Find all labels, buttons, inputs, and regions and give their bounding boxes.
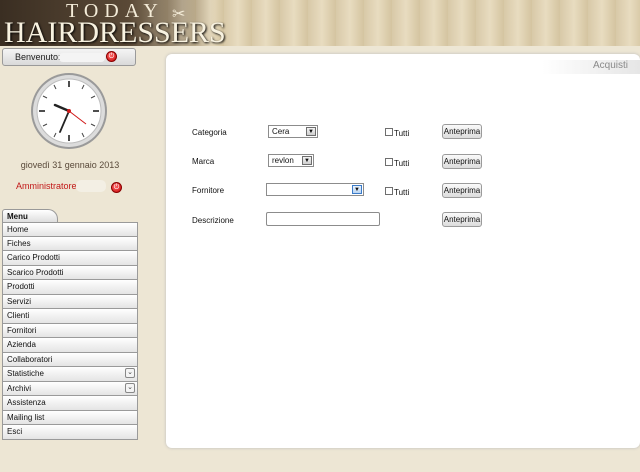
fornitore-select[interactable]: ▼ [266,183,364,196]
menu-item-label: Assistenza [7,398,46,407]
tutti-label: Tutti [394,129,410,138]
categoria-tutti-checkbox[interactable] [385,128,393,136]
sidebar-menu: Home Fiches Carico Prodotti Scarico Prod… [2,222,138,440]
marca-select[interactable]: revlon ▼ [268,154,314,167]
categoria-value: Cera [272,127,290,136]
marca-tutti-checkbox[interactable] [385,158,393,166]
menu-item-label: Prodotti [7,282,35,291]
menu-item-scarico-prodotti[interactable]: Scarico Prodotti [2,265,138,280]
dropdown-arrow-icon: ▼ [306,127,316,136]
menu-tab: Menu [2,209,58,222]
fornitore-label: Fornitore [192,186,225,195]
menu-item-home[interactable]: Home [2,222,138,237]
categoria-anteprima-button[interactable]: Anteprima [442,124,482,139]
chevron-down-icon[interactable]: ⌄ [125,368,135,378]
descrizione-input[interactable] [266,212,380,226]
descrizione-label: Descrizione [192,216,234,225]
menu-item-servizi[interactable]: Servizi [2,294,138,309]
admin-power-icon[interactable]: ⏻ [111,182,122,193]
menu-item-label: Azienda [7,340,36,349]
page-title: Acquisti [542,60,640,74]
menu-item-label: Archivi [7,383,32,393]
categoria-label: Categoria [192,128,227,137]
header-banner: TODAY HAIRDRESSERS ✂ [0,0,640,46]
dropdown-arrow-icon: ▼ [302,156,312,165]
menu-item-label: Statistiche [7,369,44,378]
menu-item-label: Clienti [7,311,30,320]
marca-anteprima-button[interactable]: Anteprima [442,154,482,169]
menu-item-prodotti[interactable]: Prodotti [2,280,138,295]
menu-item-label: Carico Prodotti [7,253,60,262]
logo-main-text: HAIRDRESSERS [4,16,226,46]
fornitore-anteprima-button[interactable]: Anteprima [442,183,482,198]
admin-label: Amministratore : [16,181,82,191]
menu-item-label: Fornitori [7,325,37,335]
menu-item-collaboratori[interactable]: Collaboratori [2,352,138,367]
menu-item-label: Mailing list [7,412,45,422]
logout-power-icon[interactable]: ⏻ [106,51,117,62]
menu-item-assistenza[interactable]: Assistenza [2,396,138,411]
menu-item-label: Home [7,225,29,234]
welcome-label: Benvenuto: [15,52,61,62]
tutti-label: Tutti [394,159,410,168]
descrizione-anteprima-button[interactable]: Anteprima [442,212,482,227]
menu-item-fornitori[interactable]: Fornitori [2,323,138,338]
main-panel: Acquisti Categoria Cera ▼ Tutti Anteprim… [166,54,640,448]
menu-item-label: Collaboratori [7,354,53,364]
categoria-select[interactable]: Cera ▼ [268,125,318,138]
chevron-down-icon[interactable]: ⌄ [125,382,135,393]
menu-item-statistiche[interactable]: Statistiche ⌄ [2,367,138,382]
dropdown-arrow-icon: ▼ [352,185,362,194]
admin-name-blurred [76,180,106,192]
menu-item-clienti[interactable]: Clienti [2,309,138,324]
menu-item-fiches[interactable]: Fiches [2,236,138,251]
menu-item-carico-prodotti[interactable]: Carico Prodotti [2,251,138,266]
analog-clock [31,73,107,149]
menu-item-azienda[interactable]: Azienda [2,338,138,353]
menu-item-label: Scarico Prodotti [7,267,64,277]
current-date: giovedì 31 gennaio 2013 [20,160,120,170]
marca-label: Marca [192,157,215,166]
menu-item-label: Servizi [7,296,32,306]
menu-item-archivi[interactable]: Archivi ⌄ [2,381,138,396]
menu-item-esci[interactable]: Esci [2,425,138,440]
username-blurred [59,53,105,62]
fornitore-tutti-checkbox[interactable] [385,187,393,195]
menu-item-mailing-list[interactable]: Mailing list [2,410,138,425]
marca-value: revlon [272,156,294,165]
menu-item-label: Esci [7,427,23,436]
scissors-icon: ✂ [172,6,186,23]
tutti-label: Tutti [394,188,410,197]
menu-item-label: Fiches [7,238,31,248]
